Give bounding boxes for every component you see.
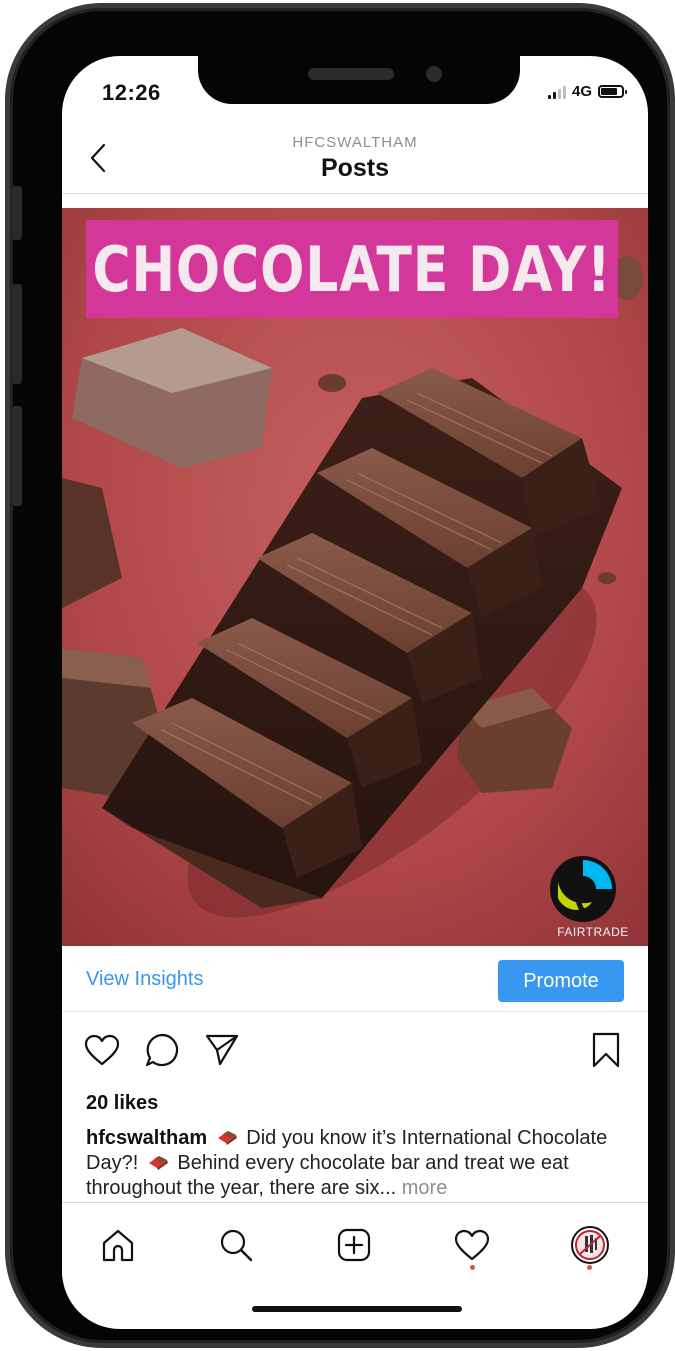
fairtrade-logo: FAIRTRADE xyxy=(548,854,638,944)
activity-notification-dot xyxy=(470,1265,475,1270)
chocolate-photo xyxy=(62,208,648,946)
view-insights-link[interactable]: View Insights xyxy=(86,968,203,991)
page-header: HFCSWALTHAM Posts xyxy=(62,128,648,194)
bookmark-icon xyxy=(592,1032,620,1068)
post-image[interactable]: CHOCOLATE DAY! FAIRTRADE xyxy=(62,208,648,946)
home-icon xyxy=(102,1229,134,1262)
front-camera xyxy=(426,66,442,82)
fairtrade-label: FAIRTRADE xyxy=(557,925,629,939)
send-icon xyxy=(205,1034,239,1066)
status-time: 12:26 xyxy=(102,80,161,105)
tab-activity[interactable] xyxy=(448,1221,496,1269)
volume-down-button xyxy=(12,406,22,506)
network-type: 4G xyxy=(571,83,592,100)
status-indicators: 4G xyxy=(547,83,627,100)
post-actions xyxy=(62,1028,648,1078)
home-indicator xyxy=(252,1306,462,1312)
phone-frame: 12:26 4G HFCSWALTHAM Posts CHOCOLATE DAY… xyxy=(10,8,670,1343)
banner-text: CHOCOLATE DAY! xyxy=(92,232,612,306)
comment-icon xyxy=(145,1033,179,1067)
search-icon xyxy=(220,1229,253,1262)
insights-bar: View Insights Promote xyxy=(62,948,648,1012)
screen: 12:26 4G HFCSWALTHAM Posts CHOCOLATE DAY… xyxy=(62,56,648,1329)
save-button[interactable] xyxy=(584,1028,628,1072)
tab-search[interactable] xyxy=(212,1221,260,1269)
promote-button[interactable]: Promote xyxy=(498,960,624,1002)
volume-up-button xyxy=(12,284,22,384)
chocolate-bar-emoji-icon xyxy=(148,1156,168,1170)
notch xyxy=(198,56,520,104)
silent-switch xyxy=(12,186,22,240)
tab-profile[interactable] xyxy=(566,1221,614,1269)
likes-count[interactable]: 20 likes xyxy=(86,1092,158,1115)
promo-banner: CHOCOLATE DAY! xyxy=(86,220,618,318)
account-name: HFCSWALTHAM xyxy=(292,134,418,151)
fairtrade-mark-icon xyxy=(550,856,616,922)
comment-button[interactable] xyxy=(140,1028,184,1072)
caption-username[interactable]: hfcswaltham xyxy=(86,1127,207,1149)
heart-icon xyxy=(84,1034,120,1066)
post-caption: hfcswaltham Did you know it’s Internatio… xyxy=(86,1126,626,1201)
profile-notification-dot xyxy=(587,1265,592,1270)
like-button[interactable] xyxy=(80,1028,124,1072)
battery-icon xyxy=(598,85,627,98)
speaker-grille xyxy=(308,68,394,80)
add-post-icon xyxy=(337,1228,371,1262)
heart-icon xyxy=(454,1229,490,1261)
caption-more-link[interactable]: more xyxy=(402,1177,448,1199)
page-title: Posts xyxy=(320,154,390,182)
bottom-tab-bar xyxy=(62,1202,648,1282)
tab-new-post[interactable] xyxy=(330,1221,378,1269)
signal-icon xyxy=(547,85,566,99)
share-button[interactable] xyxy=(200,1028,244,1072)
chocolate-bar-emoji-icon xyxy=(217,1131,237,1145)
tab-home[interactable] xyxy=(94,1221,142,1269)
avatar xyxy=(571,1226,609,1264)
